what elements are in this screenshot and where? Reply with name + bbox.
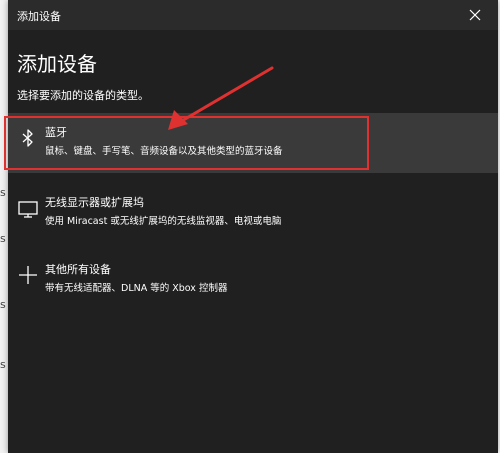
option-wireless-display-title: 无线显示器或扩展坞 (45, 196, 144, 209)
background-text-fragment: s (0, 358, 6, 371)
dialog-instructions: 选择要添加的设备的类型。 (17, 89, 149, 102)
option-other-devices[interactable]: 其他所有设备 带有无线适配器、DLNA 等的 Xbox 控制器 (8, 250, 498, 310)
option-other-devices-title: 其他所有设备 (45, 263, 111, 276)
monitor-icon (17, 197, 39, 219)
background-text-fragment: s (0, 232, 6, 245)
dialog-heading: 添加设备 (17, 52, 97, 76)
close-button[interactable] (464, 4, 486, 26)
option-other-devices-description: 带有无线适配器、DLNA 等的 Xbox 控制器 (45, 283, 228, 294)
option-wireless-display-description: 使用 Miracast 或无线扩展坞的无线监视器、电视或电脑 (45, 216, 282, 227)
window-title: 添加设备 (17, 10, 61, 23)
option-wireless-display[interactable]: 无线显示器或扩展坞 使用 Miracast 或无线扩展坞的无线监视器、电视或电脑 (8, 183, 498, 243)
plus-icon (17, 264, 39, 286)
close-icon (469, 9, 481, 21)
background-text-fragment: s (0, 298, 6, 311)
title-bar: 添加设备 (8, 0, 498, 30)
annotation-arrow (168, 66, 274, 130)
background-text-fragment: s (0, 186, 6, 199)
